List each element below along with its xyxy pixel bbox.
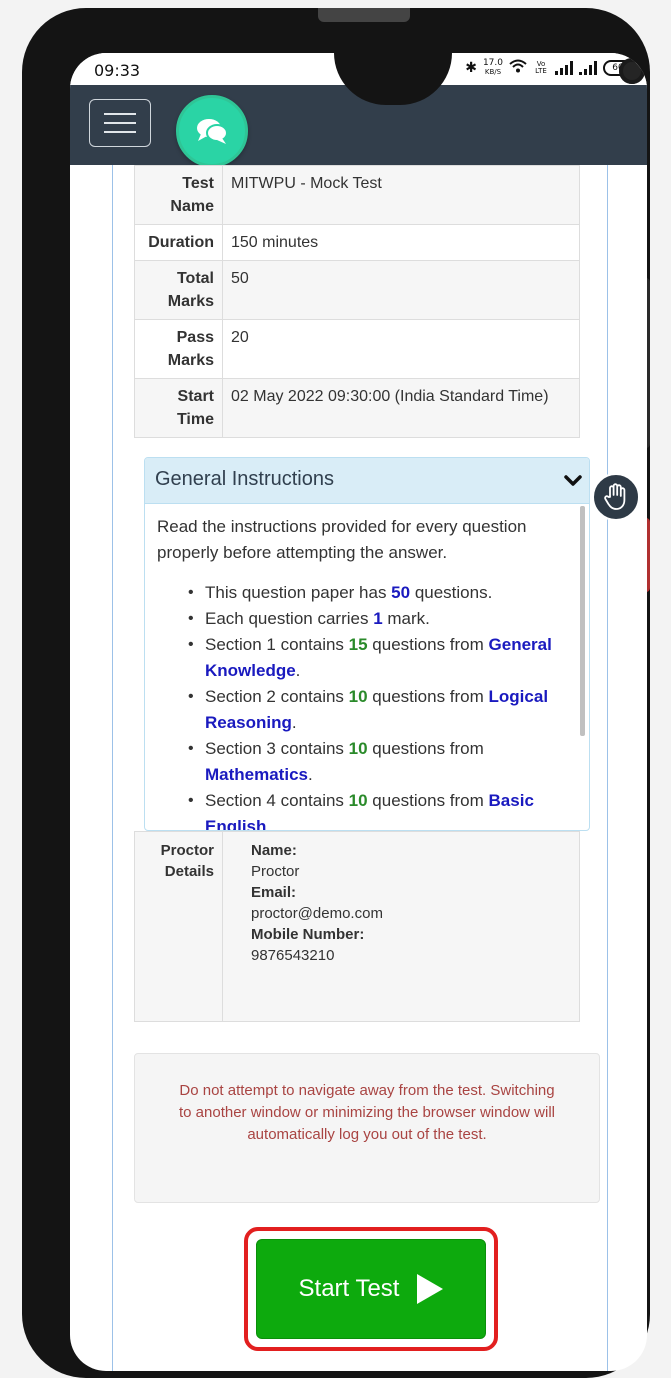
volte-badge: Vo LTE xyxy=(535,60,547,75)
instruction-text: questions. xyxy=(410,583,493,602)
net-speed: 17.0 KB/S xyxy=(483,59,503,77)
hamburger-icon xyxy=(104,113,136,115)
instruction-text: Section 3 contains xyxy=(205,739,349,758)
instruction-text: Section 4 contains xyxy=(205,791,349,810)
test-name-value: MITWPU - Mock Test xyxy=(222,165,580,225)
proctor-email-label: Email: xyxy=(251,884,297,901)
navigation-warning: Do not attempt to navigate away from the… xyxy=(134,1053,600,1203)
instruction-number: 10 xyxy=(348,791,368,810)
general-instructions-header[interactable]: General Instructions xyxy=(145,458,589,504)
proctor-name: Proctor xyxy=(251,863,300,880)
start-test-label: Start Test xyxy=(298,1275,400,1302)
duration-label: Duration xyxy=(134,224,223,261)
list-item: Section 4 contains 10 questions from Bas… xyxy=(188,788,569,831)
net-speed-value: 17.0 xyxy=(482,58,503,68)
signal-icon xyxy=(555,61,573,75)
table-row: Pass Marks 20 xyxy=(134,319,580,379)
signal-icon-2 xyxy=(579,61,597,75)
phone-top-button xyxy=(318,8,410,22)
instruction-text: . xyxy=(291,713,297,732)
general-instructions-body: Read the instructions provided for every… xyxy=(145,504,581,831)
hamburger-icon-line xyxy=(104,122,136,124)
camera-icon xyxy=(619,58,645,84)
instruction-number: 10 xyxy=(348,739,368,758)
start-time-value: 02 May 2022 09:30:00 (India Standard Tim… xyxy=(222,378,580,438)
play-icon xyxy=(417,1274,444,1304)
status-icons: ✱ 17.0 KB/S Vo LTE 60 xyxy=(465,59,636,77)
list-item: Section 3 contains 10 questions from Mat… xyxy=(188,736,569,788)
test-name-label: Test Name xyxy=(134,165,223,225)
table-row: Test Name MITWPU - Mock Test xyxy=(134,165,580,225)
chevron-down-icon[interactable] xyxy=(563,471,583,491)
test-details-panel: Test Name MITWPU - Mock Test Duration 15… xyxy=(112,165,608,1371)
list-item: Section 1 contains 15 questions from Gen… xyxy=(188,632,569,684)
table-row: Start Time 02 May 2022 09:30:00 (India S… xyxy=(134,378,580,438)
bluetooth-icon: ✱ xyxy=(465,60,477,76)
pass-marks-label: Pass Marks xyxy=(134,319,223,379)
list-item: This question paper has 50 questions. xyxy=(188,580,569,606)
start-test-button[interactable]: Start Test xyxy=(256,1239,486,1339)
instruction-text: Section 2 contains xyxy=(205,687,349,706)
menu-button[interactable] xyxy=(89,99,151,147)
list-item: Each question carries 1 mark. xyxy=(188,606,569,632)
instructions-list: This question paper has 50 questions. Ea… xyxy=(157,580,569,831)
instruction-text: Each question carries xyxy=(205,609,374,628)
start-time-label: Start Time xyxy=(134,378,223,438)
phone-screen: 09:33 ✱ 17.0 KB/S Vo LTE 60 Test Name MI… xyxy=(70,53,647,1371)
hamburger-icon-line xyxy=(104,131,136,133)
total-marks-label: Total Marks xyxy=(134,260,223,320)
proctor-details-label: Proctor Details xyxy=(134,831,223,1022)
instruction-text: mark. xyxy=(382,609,430,628)
table-row: Duration 150 minutes xyxy=(134,224,580,261)
instruction-text: . xyxy=(307,765,313,784)
proctor-mobile: 9876543210 xyxy=(251,947,335,964)
proctor-email: proctor@demo.com xyxy=(251,905,383,922)
proctor-details-value: Name: Proctor Email: proctor@demo.com Mo… xyxy=(222,831,580,1022)
pass-marks-value: 20 xyxy=(222,319,580,379)
instruction-text: questions from xyxy=(367,635,489,654)
list-item: Section 2 contains 10 questions from Log… xyxy=(188,684,569,736)
chat-button[interactable] xyxy=(176,95,248,167)
net-speed-unit: KB/S xyxy=(484,68,502,76)
instruction-text: . xyxy=(266,817,272,831)
instruction-number: 15 xyxy=(348,635,368,654)
instruction-text: questions from xyxy=(367,791,489,810)
raise-hand-button[interactable] xyxy=(592,473,640,521)
raise-hand-icon xyxy=(604,483,626,510)
chat-bubbles-icon xyxy=(197,119,228,144)
phone-frame: 09:33 ✱ 17.0 KB/S Vo LTE 60 Test Name MI… xyxy=(22,8,650,1378)
status-time: 09:33 xyxy=(94,61,141,80)
instruction-number: 10 xyxy=(348,687,368,706)
proctor-details-table: Proctor Details Name: Proctor Email: pro… xyxy=(134,831,580,1022)
proctor-name-label: Name: xyxy=(251,842,297,859)
instruction-number: 50 xyxy=(391,583,411,602)
instruction-number: 1 xyxy=(373,609,383,628)
wifi-icon xyxy=(509,59,527,77)
instructions-scrollbar[interactable] xyxy=(580,506,585,736)
section-topic: Mathematics xyxy=(205,765,308,784)
general-instructions-title: General Instructions xyxy=(155,468,334,490)
table-row: Proctor Details Name: Proctor Email: pro… xyxy=(134,831,580,1022)
test-info-table: Test Name MITWPU - Mock Test Duration 15… xyxy=(134,165,580,438)
proctor-mobile-label: Mobile Number: xyxy=(251,926,365,943)
start-test-highlight: Start Test xyxy=(244,1227,498,1351)
instruction-text: Section 1 contains xyxy=(205,635,349,654)
total-marks-value: 50 xyxy=(222,260,580,320)
instructions-intro: Read the instructions provided for every… xyxy=(157,517,527,562)
general-instructions-panel: General Instructions Read the instructio… xyxy=(144,457,590,831)
instruction-text: questions from xyxy=(367,687,489,706)
duration-value: 150 minutes xyxy=(222,224,580,261)
instruction-text: questions from xyxy=(367,739,484,758)
instruction-text: . xyxy=(295,661,301,680)
instruction-text: This question paper has xyxy=(205,583,392,602)
table-row: Total Marks 50 xyxy=(134,260,580,320)
